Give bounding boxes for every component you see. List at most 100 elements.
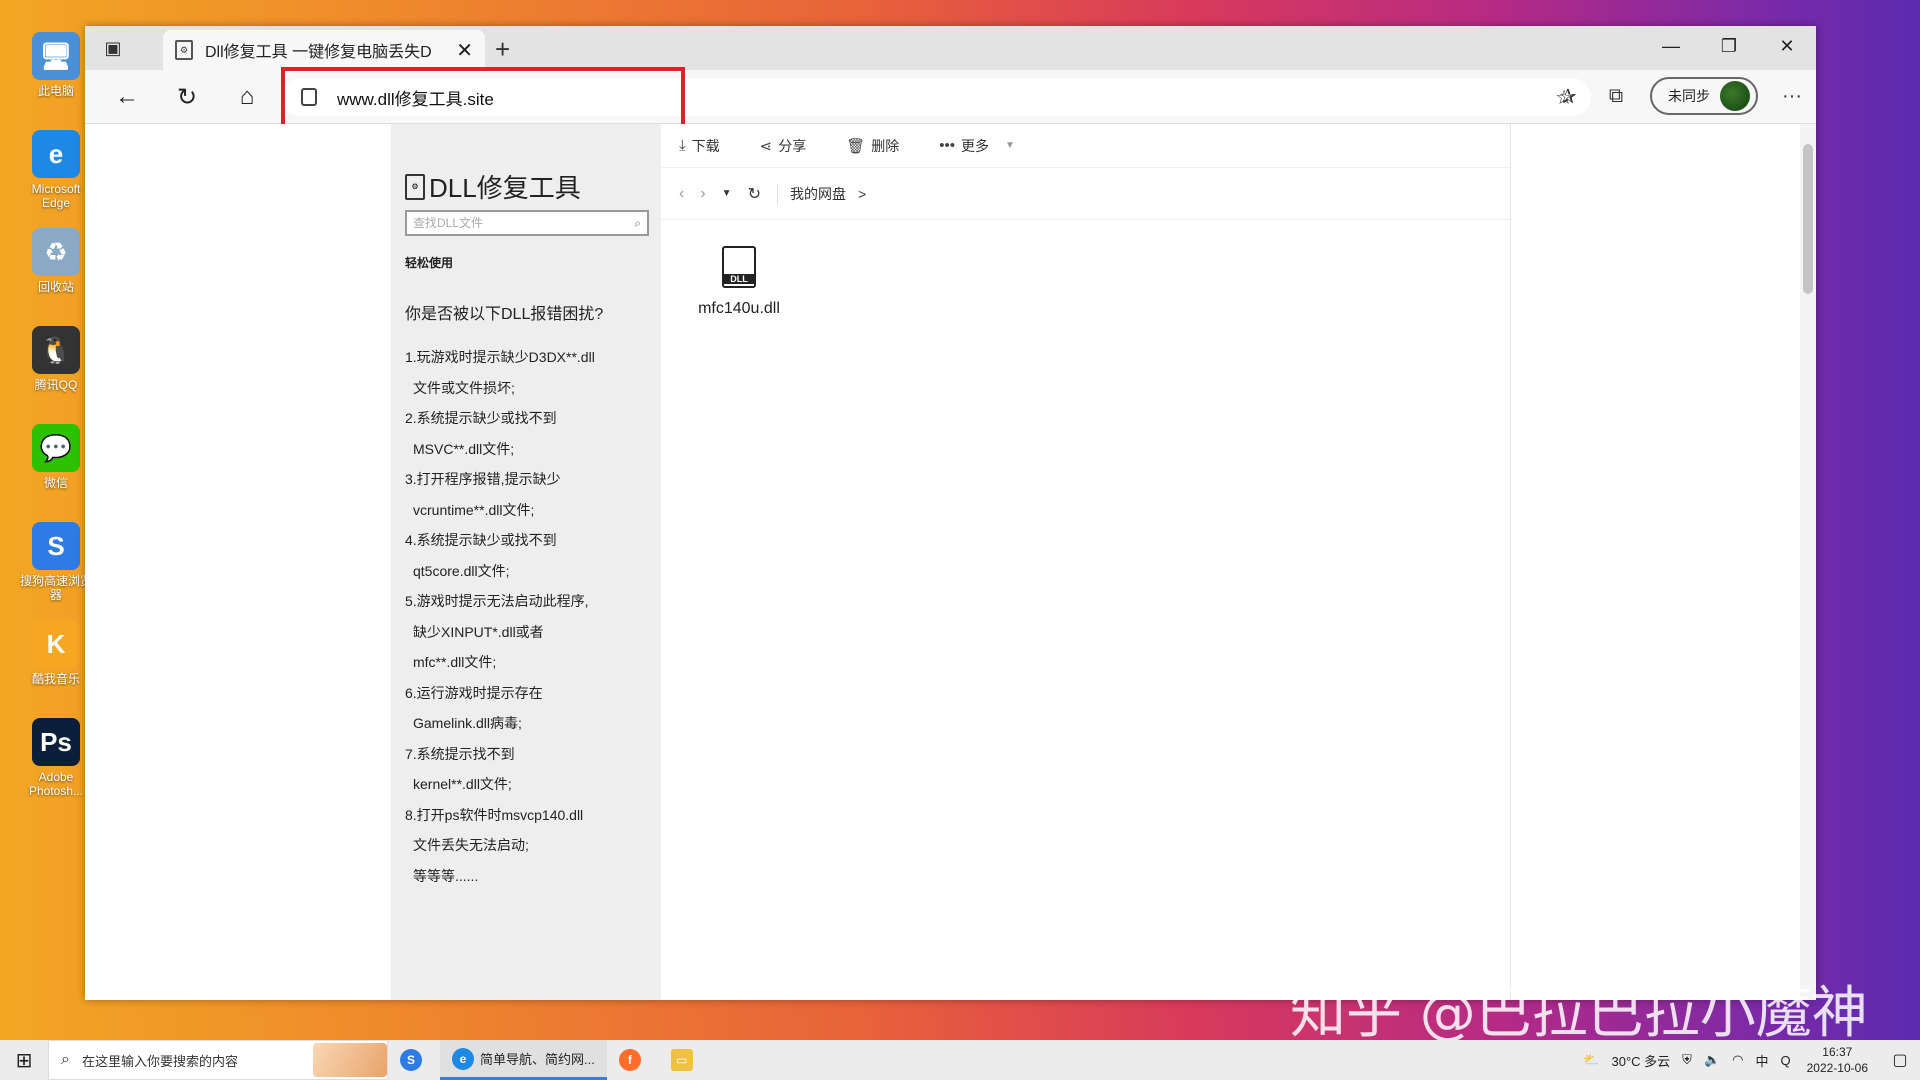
issue-item: 1.玩游戏时提示缺少D3DX**.dll 文件或文件损坏;	[405, 342, 655, 403]
desktop-shortcut-label: 酷我音乐	[31, 672, 80, 686]
issue-text: 6.运行游戏时提示存在	[405, 684, 543, 701]
photoshop-icon: Ps	[32, 718, 80, 766]
forward-nav-icon[interactable]: ›	[700, 185, 705, 203]
download-button[interactable]: ⤓ 下载	[679, 136, 720, 156]
collections-icon[interactable]: ⧉	[1592, 76, 1640, 116]
desktop-shortcut[interactable]: Ps Adobe Photosh...	[18, 714, 94, 810]
desktop-shortcut-label: 搜狗高速浏览器	[19, 574, 92, 602]
breadcrumb-root[interactable]: 我的网盘	[790, 184, 846, 204]
history-dropdown-icon[interactable]: ▼	[722, 188, 732, 199]
delete-button[interactable]: 🗑 删除	[846, 136, 899, 156]
minimize-button[interactable]: —	[1642, 26, 1700, 66]
desktop-shortcut-label: 微信	[43, 476, 68, 490]
desktop-shortcut[interactable]: S 搜狗高速浏览器	[18, 518, 94, 614]
desktop-shortcut[interactable]: ♻ 回收站	[18, 224, 94, 320]
issue-text: 7.系统提示找不到	[405, 745, 515, 762]
home-icon[interactable]: ⌂	[231, 82, 263, 112]
issue-text: mfc**.dll文件;	[413, 654, 497, 670]
file-toolbar: ⤓ 下载 ⋖ 分享 🗑 删除 ••• 更多 ▼	[661, 124, 1510, 168]
issue-item: 2.系统提示缺少或找不到 MSVC**.dll文件;	[405, 403, 655, 464]
tab-close-icon[interactable]: ✕	[456, 38, 473, 63]
sogou-browser-icon: S	[32, 522, 80, 570]
tab-actions-icon[interactable]: ▣	[99, 36, 127, 60]
taskbar-explorer[interactable]: ▭	[659, 1040, 711, 1080]
browser-tab[interactable]: ⚙ Dll修复工具 一键修复电脑丢失D ✕	[163, 30, 485, 70]
issue-text: MSVC**.dll文件;	[413, 440, 515, 457]
weather-icon: ⛅	[1583, 1052, 1600, 1067]
desktop-shortcut-label: 此电脑	[37, 84, 74, 98]
desktop-shortcut[interactable]: 🐧 腾讯QQ	[18, 322, 94, 418]
search-icon: ⌕	[61, 1051, 70, 1068]
windows-start-icon[interactable]: ⊞	[0, 1040, 48, 1080]
sync-label: 未同步	[1668, 88, 1710, 104]
file-item[interactable]: DLL mfc140u.dll	[679, 246, 799, 318]
issue-text: 2.系统提示缺少或找不到	[405, 410, 557, 426]
ime-icon[interactable]: 中	[1755, 1051, 1768, 1070]
desktop-shortcut-label: 回收站	[37, 280, 74, 294]
clock[interactable]: 16:37 2022-10-06	[1807, 1044, 1868, 1076]
sync-button[interactable]: 未同步	[1650, 77, 1758, 115]
issue-item: 3.打开程序报错,提示缺少 vcruntime**.dll文件;	[405, 464, 655, 525]
recycle-bin-icon: ♻	[32, 228, 80, 276]
brand: ⚙ DLL修复工具	[405, 168, 581, 205]
dll-search-input[interactable]	[413, 216, 635, 230]
share-button[interactable]: ⋖ 分享	[760, 136, 807, 156]
notification-icon[interactable]: ▢	[1880, 1050, 1920, 1070]
back-icon[interactable]: ←	[111, 82, 143, 112]
desktop-shortcut[interactable]: 💬 微信	[18, 420, 94, 516]
close-window-button[interactable]: ✕	[1758, 26, 1816, 66]
scrollbar-thumb[interactable]	[1803, 144, 1813, 294]
taskbar-edge-label: 简单导航、简约网...	[480, 1052, 595, 1067]
taskbar-sogou[interactable]: S	[388, 1040, 440, 1080]
issue-text: 缺少XINPUT*.dll或者	[413, 623, 544, 640]
clock-time: 16:37	[1822, 1045, 1853, 1059]
scrollbar[interactable]	[1800, 124, 1816, 1000]
issue-text: 文件或文件损坏;	[413, 379, 515, 396]
taskbar-edge[interactable]: e 简单导航、简约网...	[440, 1040, 607, 1080]
brand-title: DLL修复工具	[429, 173, 581, 203]
security-icon[interactable]: ⛨	[1682, 1052, 1692, 1068]
wifi-icon[interactable]: ◠	[1732, 1052, 1743, 1068]
address-url[interactable]: www.dll修复工具.site	[337, 85, 494, 110]
left-panel: ⚙ DLL修复工具 ⌕ 轻松使用 你是否被以下DLL报错困扰? 1.玩游戏时提示…	[391, 124, 661, 1000]
new-tab-button[interactable]: +	[495, 34, 510, 65]
trash-icon: 🗑	[846, 137, 866, 155]
avatar	[1720, 81, 1750, 111]
qq-tray-icon[interactable]: Q	[1780, 1053, 1790, 1068]
volume-icon[interactable]: 🔈	[1704, 1052, 1720, 1068]
computer-icon: 🖥	[32, 32, 80, 80]
more-button[interactable]: ••• 更多 ▼	[939, 136, 1015, 156]
issue-item: 4.系统提示缺少或找不到 qt5core.dll文件;	[405, 525, 655, 586]
more-label: 更多	[961, 137, 990, 154]
delete-label: 删除	[871, 137, 900, 154]
firefox-icon: f	[618, 1049, 641, 1071]
issue-text: Gamelink.dll病毒;	[413, 715, 522, 731]
desktop-shortcut[interactable]: 🖥 此电脑	[18, 28, 94, 124]
watermark: 知乎 @巴拉巴拉小魔神	[1290, 981, 1868, 1046]
question-heading: 你是否被以下DLL报错困扰?	[405, 306, 604, 323]
restore-button[interactable]: ❐	[1700, 26, 1758, 66]
taskbar-search[interactable]: ⌕ 在这里输入你要搜索的内容	[48, 1040, 388, 1080]
taskbar-firefox[interactable]: f	[607, 1040, 659, 1080]
refresh-folder-icon[interactable]: ↻	[748, 184, 761, 204]
back-nav-icon[interactable]: ‹	[679, 185, 684, 203]
download-label: 下载	[691, 137, 720, 154]
issue-item: 6.运行游戏时提示存在 Gamelink.dll病毒;	[405, 678, 655, 739]
edge-icon: e	[32, 130, 80, 178]
share-label: 分享	[778, 137, 807, 154]
dll-tool-icon: ⚙	[405, 173, 425, 200]
wechat-icon: 💬	[32, 424, 80, 472]
weather-text[interactable]: 30°C 多云	[1612, 1051, 1671, 1070]
desktop-shortcut[interactable]: K 酷我音乐	[18, 616, 94, 712]
sogou-browser-icon: S	[400, 1049, 422, 1071]
issue-text: 5.游戏时提示无法启动此程序,	[405, 593, 589, 609]
share-icon: ⋖	[759, 137, 773, 155]
more-icon[interactable]: ···	[1768, 76, 1816, 116]
desktop-shortcut[interactable]: e Microsoft Edge	[18, 126, 94, 222]
refresh-icon[interactable]: ↻	[171, 82, 203, 112]
favorites-icon[interactable]: ✰	[1544, 76, 1592, 116]
tab-favicon-icon: ⚙	[175, 40, 193, 60]
address-bar[interactable]: www.dll修复工具.site ☆	[281, 78, 1591, 116]
search-icon[interactable]: ⌕	[634, 216, 641, 231]
breadcrumb-separator: >	[857, 185, 867, 202]
